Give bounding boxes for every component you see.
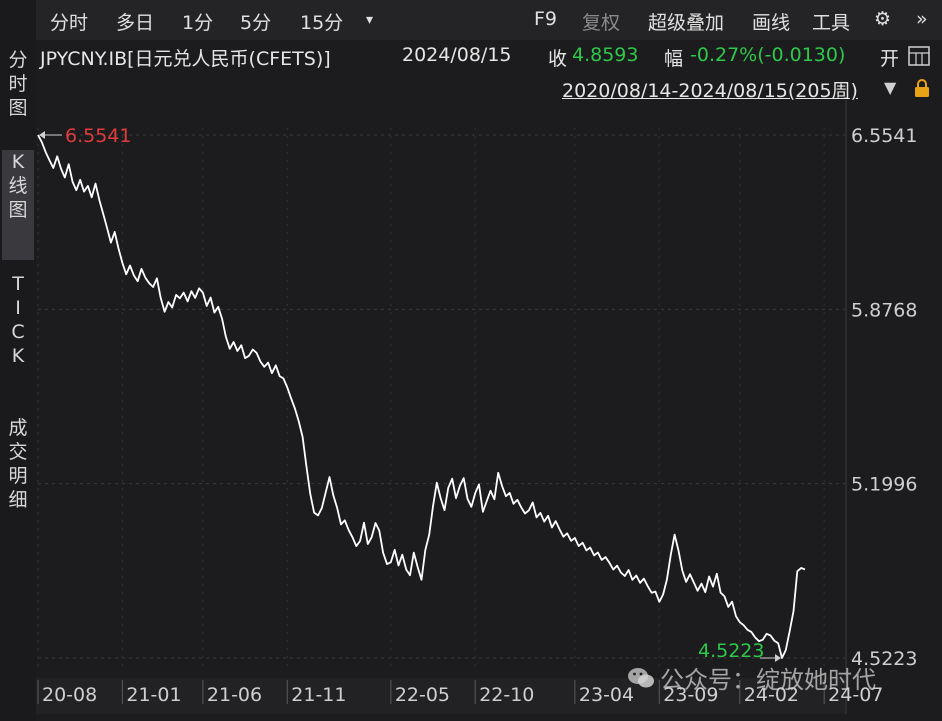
price-line [37, 134, 806, 659]
x-tick-label: 21-06 [207, 684, 262, 706]
annotations: 6.5541 4.5223 [39, 125, 781, 662]
x-tick-label: 22-05 [395, 684, 450, 706]
watermark: 公众号：绽放她时代 [626, 660, 876, 696]
x-tick-label: 20-08 [42, 684, 97, 706]
price-chart: 6.5541 5.8768 5.1996 4.5223 20-08 21-01 21-06… [37, 100, 917, 714]
x-tick-label: 21-11 [291, 684, 346, 706]
y-tick-label: 5.8768 [851, 299, 917, 321]
y-tick-label: 6.5541 [851, 125, 917, 147]
y-tick-label: 5.1996 [851, 474, 917, 496]
watermark-text: 公众号：绽放她时代 [660, 666, 876, 694]
y-axis: 6.55415.87685.19964.5223 [851, 125, 917, 670]
wechat-icon [626, 666, 656, 696]
min-label: 4.5223 [698, 640, 764, 662]
max-label: 6.5541 [65, 125, 131, 147]
x-tick-label: 21-01 [126, 684, 181, 706]
x-tick-label: 22-10 [479, 684, 534, 706]
price-line-layer [37, 134, 806, 659]
grid [37, 100, 847, 714]
